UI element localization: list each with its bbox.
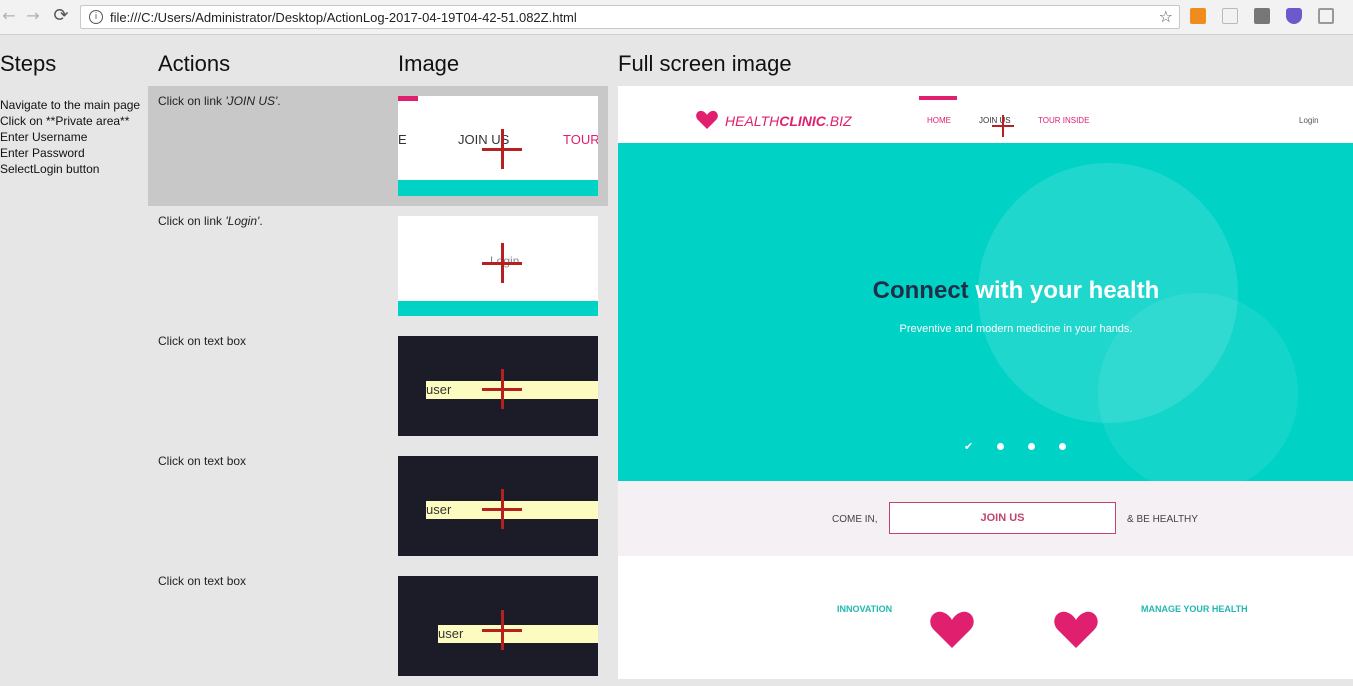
action-row[interactable]: Click on link 'Login'. Login: [148, 206, 608, 326]
extension-translate-icon[interactable]: [1222, 8, 1238, 24]
thumb-side-right: TOUR: [563, 132, 598, 147]
crosshair-vertical: [1002, 115, 1004, 137]
action-thumbnail[interactable]: Login: [398, 216, 598, 316]
action-thumbnail[interactable]: E JOIN US TOUR: [398, 96, 598, 196]
cta-section: COME IN, JOIN US & BE HEALTHY: [618, 481, 1353, 556]
action-suffix: .: [259, 214, 263, 228]
hero-title-light: with your health: [968, 277, 1160, 304]
hero-background-figure: [1098, 293, 1298, 481]
crosshair-vertical: [501, 489, 504, 529]
crosshair-vertical: [501, 129, 504, 169]
action-row[interactable]: Click on text box user: [148, 566, 608, 686]
hero-title-dark: Connect: [872, 277, 969, 304]
hero-banner: Connect with your health Preventive and …: [618, 143, 1353, 481]
logo-plain: HEALTH: [725, 113, 780, 129]
crosshair-vertical: [501, 610, 504, 650]
action-text: Click on text box: [158, 574, 247, 588]
url-text: file:///C:/Users/Administrator/Desktop/A…: [110, 10, 577, 25]
action-text: Click on text box: [158, 454, 247, 468]
action-target: 'JOIN US': [225, 94, 278, 108]
nav-join-us[interactable]: JOIN US: [979, 116, 1011, 125]
nav-active-indicator: [919, 96, 957, 100]
feature-manage-health: MANAGE YOUR HEALTH: [1141, 604, 1248, 614]
forward-icon[interactable]: →: [24, 7, 42, 25]
cta-right-text: & BE HEALTHY: [1127, 514, 1198, 525]
action-thumbnail[interactable]: user: [398, 456, 598, 556]
thumb-link-text: Login: [490, 254, 520, 268]
heart-feature-icon: [1054, 611, 1098, 648]
slider-check-icon[interactable]: ✔: [964, 440, 973, 453]
thumb-nav-indicator: [398, 96, 418, 101]
thumb-input-text: user: [426, 502, 452, 517]
action-log-page: Steps Actions Image Full screen image Na…: [0, 35, 1353, 679]
step-item: Enter Username: [0, 130, 88, 144]
action-thumbnail[interactable]: user: [398, 576, 598, 676]
reload-icon[interactable]: ⟳: [52, 7, 70, 25]
full-screen-header: Full screen image: [618, 51, 792, 76]
features-section: INNOVATION MANAGE YOUR HEALTH: [618, 556, 1353, 679]
action-text: Click on link 'Login'.: [158, 214, 263, 228]
action-text: Click on link 'JOIN US'.: [158, 94, 281, 108]
step-item: SelectLogin button: [0, 162, 100, 176]
cta-left-text: COME IN,: [832, 514, 878, 525]
action-prefix: Click on link: [158, 214, 226, 228]
join-us-button[interactable]: JOIN US: [889, 502, 1116, 534]
thumb-input-text: user: [438, 626, 464, 641]
nav-tour-inside[interactable]: TOUR INSIDE: [1038, 116, 1089, 125]
steps-list: Navigate to the main page Click on **Pri…: [0, 97, 140, 177]
action-suffix: .: [277, 94, 281, 108]
thumb-hero-strip: [398, 180, 598, 196]
extension-chart-icon[interactable]: [1190, 8, 1206, 24]
action-target: 'Login': [225, 214, 260, 228]
action-row[interactable]: Click on text box user: [148, 326, 608, 446]
crosshair-vertical: [501, 369, 504, 409]
address-bar[interactable]: i file:///C:/Users/Administrator/Desktop…: [80, 5, 1180, 29]
thumb-input-text: user: [426, 382, 452, 397]
step-item: Enter Password: [0, 146, 85, 160]
back-icon[interactable]: ←: [0, 7, 18, 25]
site-logo-text: HEALTHCLINIC.BIZ: [725, 113, 852, 129]
nav-login[interactable]: Login: [1299, 116, 1319, 125]
heart-logo-icon: [696, 110, 718, 129]
action-row[interactable]: Click on link 'JOIN US'. E JOIN US TOUR: [148, 86, 608, 206]
step-item: Click on **Private area**: [0, 114, 130, 128]
extension-shield-icon[interactable]: [1254, 8, 1270, 24]
action-row[interactable]: Click on text box user: [148, 446, 608, 566]
bookmark-star-icon[interactable]: ☆: [1159, 7, 1173, 26]
action-text: Click on text box: [158, 334, 247, 348]
steps-header: Steps: [0, 51, 57, 76]
logo-accent: CLINIC: [779, 113, 826, 129]
heart-feature-icon: [930, 611, 974, 648]
crosshair-vertical: [501, 243, 504, 283]
feature-innovation: INNOVATION: [837, 604, 893, 614]
step-item: Navigate to the main page: [0, 98, 141, 112]
info-icon[interactable]: i: [89, 10, 103, 24]
nav-home[interactable]: HOME: [927, 116, 951, 125]
logo-suffix: .BIZ: [825, 113, 852, 129]
extension-window-icon[interactable]: [1318, 8, 1334, 24]
hero-subtitle: Preventive and modern medicine in your h…: [899, 323, 1133, 335]
action-prefix: Click on link: [158, 94, 226, 108]
site-header: HEALTHCLINIC.BIZ HOME JOIN US TOUR INSID…: [618, 86, 1353, 143]
slider-dot[interactable]: [1059, 443, 1066, 450]
action-thumbnail[interactable]: user: [398, 336, 598, 436]
slider-dot[interactable]: [997, 443, 1004, 450]
thumb-hero-strip: [398, 301, 598, 316]
hero-title: Connect with your health: [618, 277, 1353, 305]
extension-flask-icon[interactable]: [1286, 8, 1302, 24]
slider-dot[interactable]: [1028, 443, 1035, 450]
browser-toolbar: ← → ⟳ i file:///C:/Users/Administrator/D…: [0, 0, 1353, 35]
image-header: Image: [398, 51, 460, 76]
actions-header: Actions: [158, 51, 231, 76]
thumb-side-left: E: [398, 132, 407, 147]
full-screen-image[interactable]: HEALTHCLINIC.BIZ HOME JOIN US TOUR INSID…: [618, 86, 1353, 679]
